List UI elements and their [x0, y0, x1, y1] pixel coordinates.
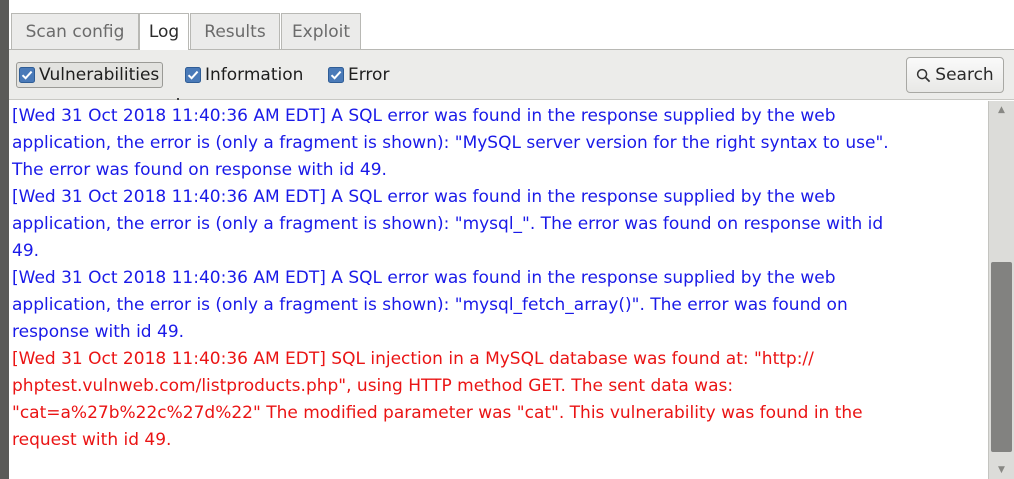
filter-error[interactable]: Error [328, 62, 389, 88]
tab-scan-config[interactable]: Scan config [11, 13, 139, 49]
log-panel-window: Scan config Log Results Exploit Vulnerab… [0, 0, 1014, 479]
filter-vulnerabilities-label: Vulnerabilities [39, 65, 160, 85]
log-entry: [Wed 31 Oct 2018 11:40:36 AM EDT] A SQL … [12, 187, 884, 261]
log-entry: [Wed 31 Oct 2018 11:40:36 AM EDT] SQL in… [12, 349, 863, 450]
tab-exploit[interactable]: Exploit [281, 13, 361, 49]
scroll-up-icon[interactable]: ▲ [989, 105, 1014, 115]
log-entry: [Wed 31 Oct 2018 11:40:36 AM EDT] A SQL … [12, 268, 848, 342]
search-button-label: Search [935, 65, 994, 85]
vertical-scrollbar[interactable]: ▲ ▼ [988, 101, 1014, 479]
window-left-border [0, 0, 9, 479]
filter-vulnerabilities[interactable]: Vulnerabilities [16, 62, 164, 88]
scrollbar-thumb[interactable] [991, 262, 1012, 452]
filter-error-label: Error [348, 65, 390, 85]
scroll-down-icon[interactable]: ▼ [989, 465, 1014, 475]
checkbox-checked-icon[interactable] [19, 67, 35, 83]
checkbox-checked-icon[interactable] [328, 67, 344, 83]
filter-information[interactable]: Information [185, 62, 303, 88]
search-icon [917, 68, 931, 82]
tab-log[interactable]: Log [139, 13, 189, 50]
filter-information-label: Information [205, 65, 304, 85]
checkbox-checked-icon[interactable] [185, 67, 201, 83]
log-text-view[interactable]: [Wed 31 Oct 2018 11:40:36 AM EDT] A SQL … [9, 101, 988, 479]
log-entry: [Wed 31 Oct 2018 11:40:36 AM EDT] A SQL … [12, 106, 889, 180]
log-content: [Wed 31 Oct 2018 11:40:36 AM EDT] A SQL … [12, 103, 982, 454]
resize-handle-dot [177, 98, 179, 100]
tab-results[interactable]: Results [190, 13, 280, 49]
search-button[interactable]: Search [906, 57, 1004, 93]
